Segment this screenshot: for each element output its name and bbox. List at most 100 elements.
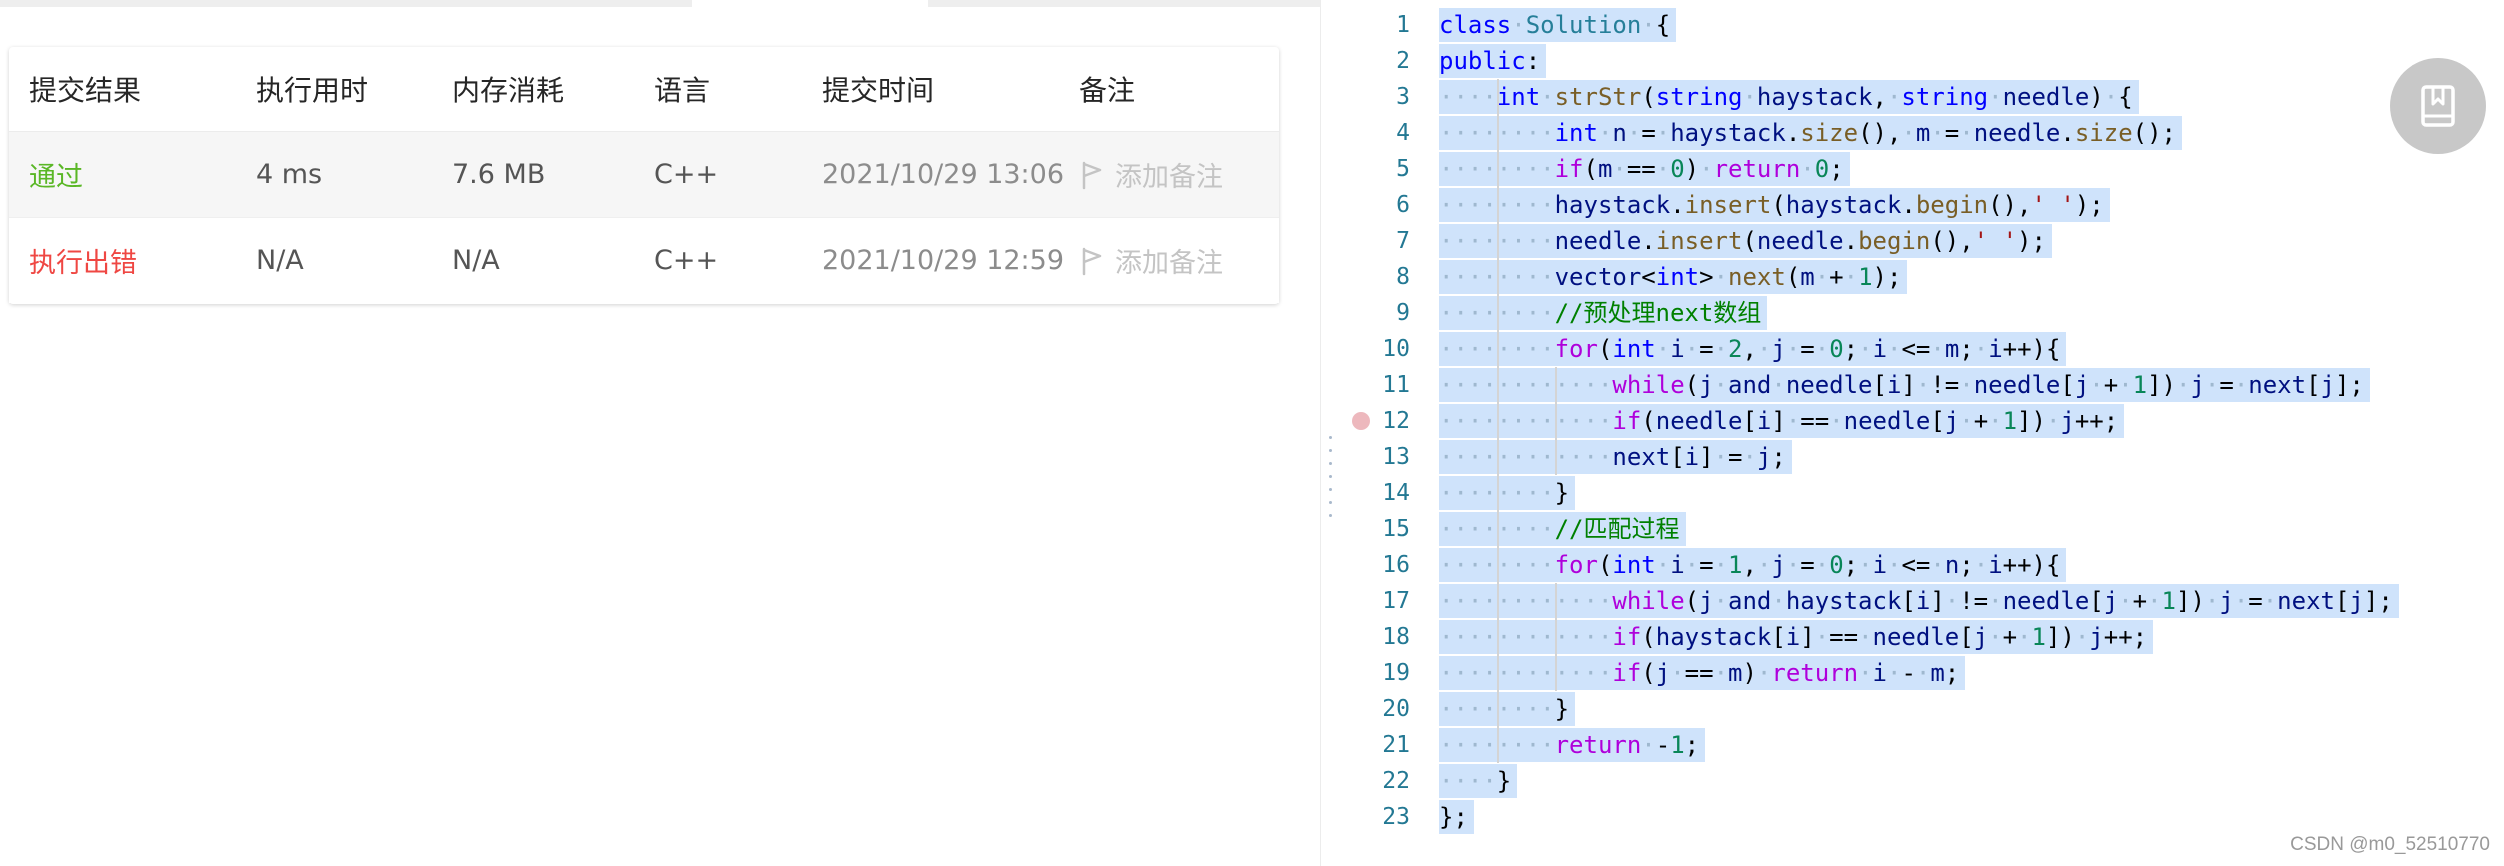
code-text[interactable]: ········for(int·i·=·2,·j·=·0;·i·<=·m;·i+… [1439, 332, 2067, 366]
status-link[interactable]: 执行出错 [29, 218, 137, 303]
code-text[interactable]: ········needle.insert(needle.begin(),' '… [1439, 224, 2052, 258]
add-note-button[interactable]: 添加备注 [1079, 218, 1223, 303]
column-header-language: 语言 [654, 74, 711, 107]
runtime-value: 4 ms [256, 159, 323, 190]
table-row: 通过 4 ms 7.6 MB C++ 2021/10/29 13:06 添加备注 [9, 132, 1279, 218]
code-line[interactable]: 15 ········//匹配过程 [1342, 511, 2504, 547]
line-number: 19 [1382, 660, 1410, 686]
line-number: 14 [1382, 480, 1410, 506]
breakpoint-marker[interactable] [1352, 412, 1370, 430]
line-number: 3 [1396, 84, 1410, 110]
code-line[interactable]: 14 ········} [1342, 475, 2504, 511]
code-text[interactable]: ············if(j·==·m)·return·i·-·m; [1439, 656, 1966, 690]
code-line[interactable]: 18 ············if(haystack[i]·==·needle[j… [1342, 619, 2504, 655]
line-number: 17 [1382, 588, 1410, 614]
code-line[interactable]: 7 ········needle.insert(needle.begin(),' … [1342, 223, 2504, 259]
code-text[interactable]: ············while(j·and·needle[i]·!=·nee… [1439, 368, 2370, 402]
code-line[interactable]: 16 ········for(int·i·=·1,·j·=·0;·i·<=·n;·… [1342, 547, 2504, 583]
code-line[interactable]: 23}; [1342, 799, 2504, 835]
code-line[interactable]: 12 ············if(needle[i]·==·needle[j·+… [1342, 403, 2504, 439]
submissions-table: 提交结果 执行用时 内存消耗 语言 提交时间 备注 通过 4 ms 7.6 MB… [9, 47, 1279, 304]
code-line[interactable]: 4 ········int·n·=·haystack.size(),·m·=·ne… [1342, 115, 2504, 151]
indent-guide [1555, 583, 1557, 691]
line-number: 4 [1396, 120, 1410, 146]
code-text[interactable]: ········for(int·i·=·1,·j·=·0;·i·<=·n;·i+… [1439, 548, 2067, 582]
code-line[interactable]: 17 ············while(j·and·haystack[i]·!=… [1342, 583, 2504, 619]
line-number: 8 [1396, 264, 1410, 290]
code-text[interactable]: ············while(j·and·haystack[i]·!=·n… [1439, 584, 2399, 618]
tab-bar [0, 0, 1320, 7]
code-editor[interactable]: 1 class·Solution·{ 2 public: 3 ····int·strStr… [1342, 0, 2504, 866]
code-line[interactable]: 5 ········if(m·==·0)·return·0; [1342, 151, 2504, 187]
resize-handle[interactable] [1328, 436, 1334, 526]
code-text[interactable]: ····} [1439, 764, 1518, 798]
line-number: 13 [1382, 444, 1410, 470]
flag-icon [1082, 247, 1102, 275]
code-line[interactable]: 3 ····int·strStr(string·haystack,·string·… [1342, 79, 2504, 115]
column-header-status: 提交结果 [29, 74, 142, 107]
code-text[interactable]: ········vector<int>·next(m·+·1); [1439, 260, 1908, 294]
code-text[interactable]: }; [1439, 800, 1474, 834]
code-line[interactable]: 22 ····} [1342, 763, 2504, 799]
line-number: 1 [1396, 12, 1410, 38]
line-number: 16 [1382, 552, 1410, 578]
code-text[interactable]: ····int·strStr(string·haystack,·string·n… [1439, 80, 2139, 114]
code-line[interactable]: 8 ········vector<int>·next(m·+·1); [1342, 259, 2504, 295]
table-row: 执行出错 N/A N/A C++ 2021/10/29 12:59 添加备注 [9, 218, 1279, 303]
code-text[interactable]: ········//匹配过程 [1439, 512, 1686, 546]
code-line[interactable]: 2 public: [1342, 43, 2504, 79]
memory-value: 7.6 MB [452, 159, 546, 190]
code-line[interactable]: 9 ········//预处理next数组 [1342, 295, 2504, 331]
code-text[interactable]: ········return·-1; [1439, 728, 1706, 762]
code-text[interactable]: ········} [1439, 476, 1576, 510]
line-number: 9 [1396, 300, 1410, 326]
line-number: 11 [1382, 372, 1410, 398]
submit-time-value: 2021/10/29 13:06 [822, 159, 1065, 190]
status-link[interactable]: 通过 [29, 132, 83, 217]
code-line[interactable]: 20 ········} [1342, 691, 2504, 727]
code-text[interactable]: class·Solution·{ [1439, 8, 1677, 42]
pane-divider[interactable] [1320, 0, 1343, 866]
line-number: 20 [1382, 696, 1410, 722]
line-number: 21 [1382, 732, 1410, 758]
code-text[interactable]: ········if(m·==·0)·return·0; [1439, 152, 1850, 186]
indent-guide [1555, 367, 1557, 475]
add-note-label: 添加备注 [1115, 162, 1223, 193]
code-line[interactable]: 11 ············while(j·and·needle[i]·!=·n… [1342, 367, 2504, 403]
indent-guide [1497, 79, 1499, 763]
flag-icon [1082, 161, 1102, 189]
watermark: CSDN @m0_52510770 [2290, 834, 2490, 855]
code-line[interactable]: 21 ········return·-1; [1342, 727, 2504, 763]
code-text[interactable]: ········haystack.insert(haystack.begin()… [1439, 188, 2110, 222]
code-line[interactable]: 1 class·Solution·{ [1342, 7, 2504, 43]
line-number: 5 [1396, 156, 1410, 182]
tab-submissions[interactable] [692, 0, 928, 7]
book-icon [2421, 85, 2455, 127]
code-text[interactable]: ········} [1439, 692, 1576, 726]
runtime-value: N/A [256, 245, 304, 276]
code-line[interactable]: 6 ········haystack.insert(haystack.begin(… [1342, 187, 2504, 223]
code-line[interactable]: 19 ············if(j·==·m)·return·i·-·m; [1342, 655, 2504, 691]
add-note-label: 添加备注 [1115, 248, 1223, 279]
line-number: 22 [1382, 768, 1410, 794]
code-text[interactable]: ············next[i]·=·j; [1439, 440, 1792, 474]
submit-time-value: 2021/10/29 12:59 [822, 245, 1065, 276]
column-header-runtime: 执行用时 [256, 74, 369, 107]
line-number: 23 [1382, 804, 1410, 830]
column-header-submit-time: 提交时间 [822, 74, 935, 107]
add-note-button[interactable]: 添加备注 [1079, 132, 1223, 217]
line-number: 7 [1396, 228, 1410, 254]
memory-value: N/A [452, 245, 500, 276]
code-text[interactable]: ········int·n·=·haystack.size(),·m·=·nee… [1439, 116, 2182, 150]
line-number: 18 [1382, 624, 1410, 650]
notes-button[interactable] [2390, 58, 2486, 154]
code-line[interactable]: 13 ············next[i]·=·j; [1342, 439, 2504, 475]
line-number: 6 [1396, 192, 1410, 218]
column-header-memory: 内存消耗 [452, 74, 565, 107]
code-text[interactable]: ········//预处理next数组 [1439, 296, 1768, 330]
code-line[interactable]: 10 ········for(int·i·=·2,·j·=·0;·i·<=·m;·… [1342, 331, 2504, 367]
code-text[interactable]: ············if(haystack[i]·==·needle[j·+… [1439, 620, 2154, 654]
code-text[interactable]: public: [1439, 44, 1547, 78]
code-text[interactable]: ············if(needle[i]·==·needle[j·+·1… [1439, 404, 2125, 438]
line-number: 2 [1396, 48, 1410, 74]
